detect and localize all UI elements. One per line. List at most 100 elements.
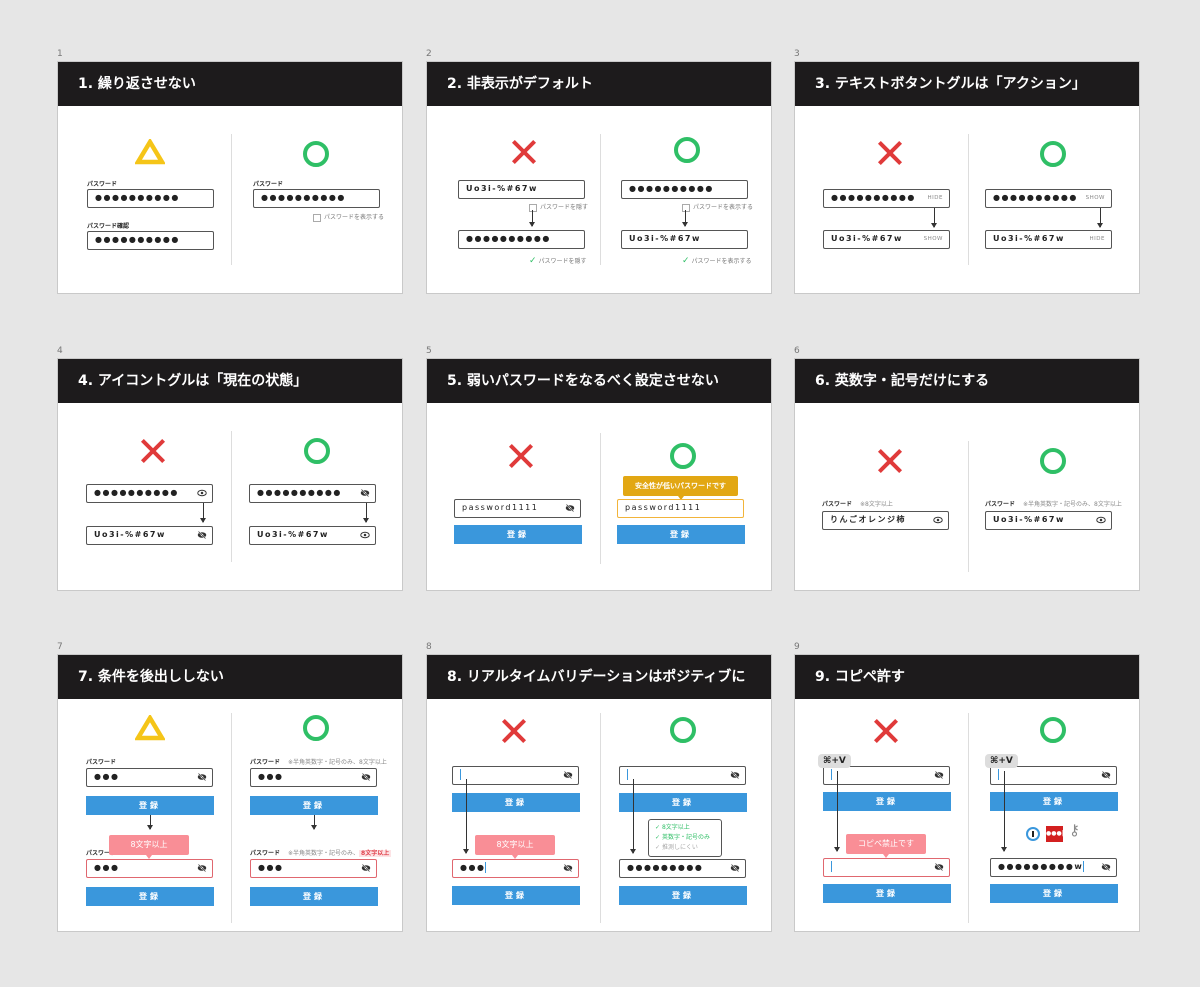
show-password-checkbox[interactable]: パスワードを表示する (313, 212, 384, 222)
check-icon: ✓ (655, 834, 662, 841)
register-button[interactable]: 登録 (617, 525, 745, 544)
divider (231, 713, 232, 923)
toggle-text-button[interactable]: HIDE (1090, 231, 1105, 247)
label-text: パスワード (985, 501, 1016, 508)
password-input[interactable]: Uo3i-%#67w (86, 526, 213, 545)
password-input[interactable]: password1111 (617, 499, 744, 518)
panel-5: 5. 弱いパスワードをなるべく設定させない password1111 登録 安全… (426, 358, 772, 591)
eye-off-icon[interactable] (563, 771, 573, 779)
register-button[interactable]: 登録 (250, 796, 378, 815)
eye-off-icon[interactable] (565, 504, 575, 512)
password-input[interactable]: ●●●●●●●●●w (990, 858, 1117, 877)
eye-off-icon[interactable] (730, 771, 740, 779)
paste-shortcut-badge: ⌘+V (818, 754, 851, 768)
panel-title: 2. 非表示がデフォルト (427, 62, 771, 106)
password-input[interactable] (990, 766, 1117, 785)
eye-off-icon[interactable] (197, 864, 207, 872)
register-button[interactable]: 登録 (86, 887, 214, 906)
register-button[interactable]: 登録 (86, 796, 214, 815)
show-password-checkbox[interactable]: パスワードを表示する (682, 202, 753, 212)
password-input[interactable]: Uo3i-%#67w (985, 511, 1112, 530)
eye-off-icon[interactable] (563, 864, 573, 872)
register-button[interactable]: 登録 (452, 886, 580, 905)
password-input[interactable]: ●●●●●●●●●● (253, 189, 380, 208)
circle-icon (674, 137, 700, 163)
password-input[interactable]: ●●● (86, 859, 213, 878)
text-cursor (460, 769, 461, 780)
register-button[interactable]: 登録 (990, 792, 1118, 811)
password-confirm-input[interactable]: ●●●●●●●●●● (87, 231, 214, 250)
eye-off-icon[interactable] (934, 863, 944, 871)
password-input[interactable]: ●●●●●●●●●● (621, 180, 748, 199)
eye-icon[interactable] (197, 489, 207, 497)
password-input[interactable]: ●●●●●●●●●● (86, 484, 213, 503)
arrow-down-icon (147, 815, 153, 830)
circle-icon (1040, 141, 1066, 167)
password-input[interactable] (619, 766, 746, 785)
password-input[interactable]: ●●● (250, 768, 377, 787)
password-input[interactable]: ●●●●●●●●●● (249, 484, 376, 503)
eye-icon[interactable] (1096, 516, 1106, 524)
toggle-text-button[interactable]: HIDE (928, 190, 943, 206)
password-input[interactable]: Uo3i-%#67w (249, 526, 376, 545)
input-value: password1111 (462, 503, 539, 512)
password-input[interactable]: ●●●●●●●●●● SHOW (985, 189, 1112, 208)
show-password-checkbox[interactable]: ✓ パスワードを表示する (682, 256, 752, 266)
register-button[interactable]: 登録 (250, 887, 378, 906)
eye-off-icon[interactable] (360, 489, 370, 497)
panel-title: 8. リアルタイムバリデーションはポジティブに (427, 655, 771, 699)
register-button[interactable]: 登録 (452, 793, 580, 812)
field-label: パスワード (87, 181, 118, 188)
password-input[interactable]: password1111 (454, 499, 581, 518)
hide-password-checkbox[interactable]: パスワードを隠す (529, 202, 588, 212)
hide-password-checkbox[interactable]: ✓ パスワードを隠す (529, 256, 587, 266)
field-note: ※半角英数字・記号のみ、8文字以上 (288, 759, 387, 766)
password-input[interactable]: Uo3i-%#67w (621, 230, 748, 249)
input-value: ●●●●●●●●●w (998, 862, 1084, 871)
password-input[interactable]: りんごオレンジ柿 (822, 511, 949, 530)
text-cursor (831, 769, 832, 780)
divider (968, 713, 969, 923)
password-input[interactable]: Uo3i-%#67w SHOW (823, 230, 950, 249)
password-input[interactable]: ●●●●●●●●●● (458, 230, 585, 249)
eye-off-icon[interactable] (1101, 771, 1111, 779)
password-input[interactable] (823, 858, 950, 877)
eye-off-icon[interactable] (197, 531, 207, 539)
register-button[interactable]: 登録 (823, 792, 951, 811)
password-input[interactable]: ●●● (86, 768, 213, 787)
panel-7: 7. 条件を後出ししない パスワード ●●● 登録 パスワード 8文字以上 ●●… (57, 654, 403, 932)
register-button[interactable]: 登録 (823, 884, 951, 903)
eye-off-icon[interactable] (730, 864, 740, 872)
register-button[interactable]: 登録 (619, 886, 747, 905)
eye-off-icon[interactable] (361, 773, 371, 781)
arrow-down-icon (630, 779, 636, 854)
eye-off-icon[interactable] (934, 771, 944, 779)
panel-number: 7 (57, 642, 63, 652)
password-input[interactable] (452, 766, 579, 785)
password-input[interactable]: Uo3i-%#67w HIDE (985, 230, 1112, 249)
panel-9: 9. コピペ許す ⌘+V 登録 コピペ禁止です 登録 ⌘+V 登録 ●●●| ⚷… (794, 654, 1140, 932)
1password-icon (1026, 827, 1040, 841)
password-input[interactable] (823, 766, 950, 785)
password-input[interactable]: ●●●●●●●●● (619, 859, 746, 878)
checkbox-label: パスワードを隠す (540, 204, 589, 211)
toggle-text-button[interactable]: SHOW (1086, 190, 1105, 206)
input-value: Uo3i-%#67w (257, 530, 329, 539)
toggle-text-button[interactable]: SHOW (924, 231, 943, 247)
text-cursor (1083, 861, 1085, 872)
register-button[interactable]: 登録 (454, 525, 582, 544)
password-input[interactable]: ●●● (452, 859, 579, 878)
register-button[interactable]: 登録 (619, 793, 747, 812)
eye-icon[interactable] (360, 531, 370, 539)
password-input[interactable]: ●●●●●●●●●● HIDE (823, 189, 950, 208)
password-input[interactable]: Uo3i-%#67w (458, 180, 585, 199)
eye-off-icon[interactable] (197, 773, 207, 781)
eye-icon[interactable] (933, 516, 943, 524)
password-input[interactable]: ●●●●●●●●●● (87, 189, 214, 208)
input-value: ●●● (94, 772, 120, 781)
eye-off-icon[interactable] (361, 864, 371, 872)
eye-off-icon[interactable] (1101, 863, 1111, 871)
password-input[interactable]: ●●● (250, 859, 377, 878)
divider (600, 433, 601, 564)
register-button[interactable]: 登録 (990, 884, 1118, 903)
